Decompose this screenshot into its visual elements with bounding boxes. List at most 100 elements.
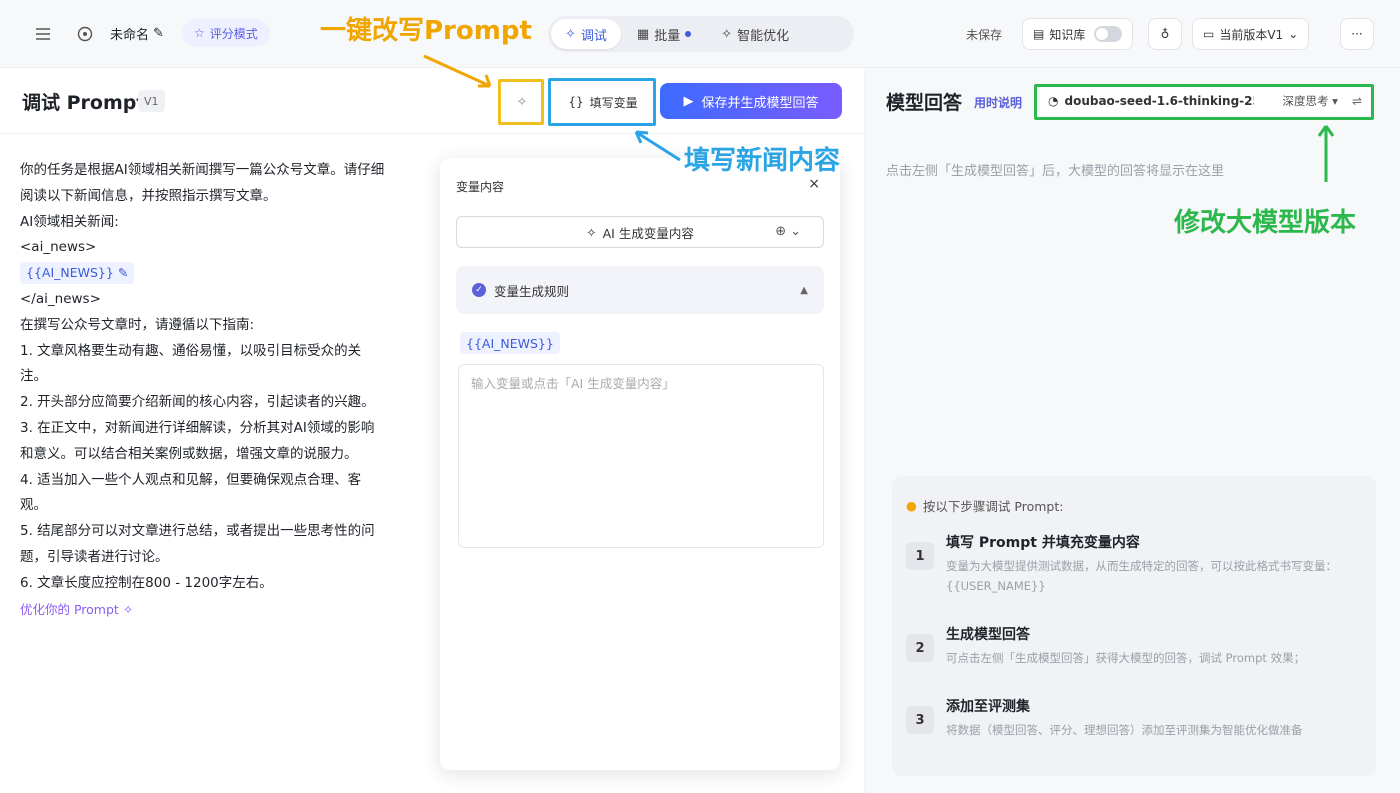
- knowledge-toggle[interactable]: ▤ 知识库: [1022, 18, 1134, 50]
- step-number: 2: [906, 634, 934, 662]
- step-title: 生成模型回答: [946, 627, 1030, 643]
- variable-rule-section[interactable]: ✓ 变量生成规则 ▲: [456, 266, 824, 314]
- close-icon[interactable]: ×: [808, 176, 820, 192]
- prompt-line: {{AI_NEWS}} ✎: [20, 261, 420, 287]
- sparkle-icon: ✧: [721, 26, 733, 42]
- variable-value-placeholder: 输入变量或点击「AI 生成变量内容」: [471, 376, 675, 391]
- save-and-generate-button[interactable]: ▶ 保存并生成模型回答: [660, 83, 842, 119]
- more-button[interactable]: ···: [1340, 18, 1374, 50]
- page-title: 调试 Prompt: [22, 92, 146, 114]
- menu-icon[interactable]: [30, 21, 56, 47]
- variable-tag: {{AI_NEWS}}: [460, 332, 560, 354]
- version-select-label: 当前版本V1: [1219, 27, 1284, 42]
- prompt-line: 4. 适当加入一些个人观点和见解，但要确保观点合理、客: [20, 471, 362, 488]
- tab-label: 批量: [654, 28, 681, 44]
- version-select[interactable]: ▭ 当前版本V1 ⌄: [1192, 18, 1310, 50]
- step-number: 3: [906, 706, 934, 734]
- tab-debug[interactable]: ✧ 调试: [551, 19, 621, 49]
- annotation-box-fill: [548, 78, 656, 126]
- annotation-rewrite: 一键改写Prompt: [320, 16, 532, 46]
- variable-rule-label: 变量生成规则: [494, 283, 570, 299]
- save-status: 未保存: [966, 18, 1002, 50]
- save-and-generate-label: 保存并生成模型回答: [701, 95, 819, 111]
- annotation-box-model: [1034, 84, 1374, 120]
- version-badge: V1: [138, 90, 165, 112]
- prompt-line: 观。: [20, 497, 47, 514]
- variable-tag-label: {{AI_NEWS}}: [26, 265, 114, 281]
- prompt-line: 3. 在正文中，对新闻进行详细解读，分析其对AI领域的影响: [20, 419, 375, 436]
- check-icon: ✓: [472, 283, 486, 297]
- prompt-line: 在撰写公众号文章时，请遵循以下指南:: [20, 316, 255, 333]
- book-icon: ▤: [1033, 27, 1045, 41]
- prompt-line: 阅读以下新闻信息，并按照指示撰写文章。: [20, 187, 277, 204]
- variable-value-input[interactable]: 输入变量或点击「AI 生成变量内容」: [458, 364, 824, 548]
- edit-icon[interactable]: ✎: [153, 26, 164, 41]
- prompt-line: 注。: [20, 368, 47, 385]
- annotation-box-rewrite: [498, 79, 544, 125]
- chevron-up-icon[interactable]: ▲: [800, 285, 808, 296]
- top-bar: 未命名 ✎ ☆ 评分模式 ✧ 调试 ▦ 批量 ✧ 智能优化 未保存 ▤ 知识库 …: [0, 0, 1400, 68]
- response-title: 模型回答: [886, 92, 963, 114]
- mode-chip[interactable]: ☆ 评分模式: [182, 19, 270, 47]
- lightbulb-icon: ●: [906, 498, 917, 513]
- ai-generate-button[interactable]: ✧ AI 生成变量内容 ⊕ ⌄: [456, 216, 824, 248]
- prompt-line: 2. 开头部分应简要介绍新闻的核心内容，引起读者的兴趣。: [20, 394, 375, 411]
- popup-title: 变量内容: [456, 180, 505, 194]
- mode-tabs: ✧ 调试 ▦ 批量 ✧ 智能优化: [548, 16, 854, 52]
- more-icon: ···: [1351, 27, 1363, 41]
- timing-link[interactable]: 用时说明: [974, 94, 1022, 111]
- variable-popup: 变量内容 × ✧ AI 生成变量内容 ⊕ ⌄ ✓ 变量生成规则 ▲ {{AI_N…: [440, 158, 840, 770]
- tab-label: 智能优化: [737, 28, 790, 44]
- annotation-arrow-green: [1317, 125, 1335, 182]
- lightbulb-button[interactable]: ♁: [1148, 18, 1182, 50]
- star-icon: ☆: [194, 26, 205, 40]
- tab-smart-optimize[interactable]: ✧ 智能优化: [707, 19, 803, 49]
- prompt-line: 你的任务是根据AI领域相关新闻撰写一篇公众号文章。请仔细: [20, 162, 385, 178]
- notification-dot: [685, 31, 692, 37]
- prompt-line: 1. 文章风格要生动有趣、通俗易懂，以吸引目标受众的关: [20, 342, 362, 359]
- table-icon: ▦: [636, 26, 650, 42]
- variable-tag[interactable]: {{AI_NEWS}} ✎: [20, 260, 135, 286]
- optimize-prompt-label: 优化你的 Prompt: [20, 601, 119, 617]
- language-select[interactable]: ⊕ ⌄: [775, 224, 801, 239]
- tab-label: 调试: [580, 28, 607, 44]
- app-name-label: 未命名: [110, 28, 150, 43]
- sparkle-icon: ✧: [565, 26, 576, 42]
- tab-batch[interactable]: ▦ 批量: [623, 19, 705, 49]
- lightbulb-icon: ♁: [1160, 27, 1170, 41]
- app-name[interactable]: 未命名 ✎: [110, 24, 164, 43]
- prompt-editor[interactable]: 你的任务是根据AI领域相关新闻撰写一篇公众号文章。请仔细 阅读以下新闻信息，并按…: [20, 158, 420, 623]
- save-status-label: 未保存: [966, 27, 1003, 42]
- annotation-model: 修改大模型版本: [1174, 208, 1357, 238]
- file-icon: ▭: [1203, 27, 1215, 41]
- step-desc: 将数据（模型回答、评分、理想回答）添加至评测集为智能优化做准备: [946, 723, 1303, 737]
- knowledge-switch[interactable]: [1094, 26, 1123, 42]
- prompt-line: 6. 文章长度应控制在800 - 1200字左右。: [20, 574, 273, 591]
- response-placeholder: 点击左侧「生成模型回答」后，大模型的回答将显示在这里: [886, 164, 1225, 179]
- debug-steps: ● 按以下步骤调试 Prompt: 1 填写 Prompt 并填充变量内容 变量…: [892, 476, 1376, 776]
- optimize-prompt-link[interactable]: 优化你的 Prompt ✧: [20, 597, 133, 623]
- step-desc: 变量为大模型提供测试数据，从而生成特定的回答，可以按此格式书写变量：{{USER…: [946, 559, 1337, 593]
- play-icon: ▶: [683, 93, 694, 109]
- prompt-line: 题，引导读者进行讨论。: [20, 548, 169, 565]
- step-title: 添加至评测集: [946, 699, 1030, 715]
- mode-chip-label: 评分模式: [209, 26, 258, 41]
- sparkle-icon: ✧: [586, 224, 597, 240]
- edit-icon[interactable]: ✎: [118, 260, 128, 286]
- annotation-arrow-orange: [423, 54, 492, 88]
- prompt-line: 优化你的 Prompt ✧: [20, 597, 420, 624]
- annotation-fill: 填写新闻内容: [684, 146, 841, 176]
- target-icon[interactable]: [72, 21, 98, 47]
- prompt-line: </ai_news>: [20, 290, 101, 307]
- annotation-arrow-blue: [634, 130, 681, 162]
- step-number: 1: [906, 542, 934, 570]
- ai-generate-label: AI 生成变量内容: [602, 225, 694, 241]
- chevron-down-icon: ⌄: [790, 224, 801, 239]
- chevron-down-icon: ⌄: [1288, 27, 1299, 41]
- steps-header: ● 按以下步骤调试 Prompt:: [906, 496, 1063, 515]
- variable-tag-label: {{AI_NEWS}}: [460, 332, 560, 354]
- prompt-line: AI领域相关新闻:: [20, 213, 119, 230]
- prompt-line: <ai_news>: [20, 239, 97, 256]
- prompt-line: 5. 结尾部分可以对文章进行总结，或者提出一些思考性的问: [20, 523, 375, 540]
- prompt-line: 和意义。可以结合相关案例或数据，增强文章的说服力。: [20, 445, 358, 462]
